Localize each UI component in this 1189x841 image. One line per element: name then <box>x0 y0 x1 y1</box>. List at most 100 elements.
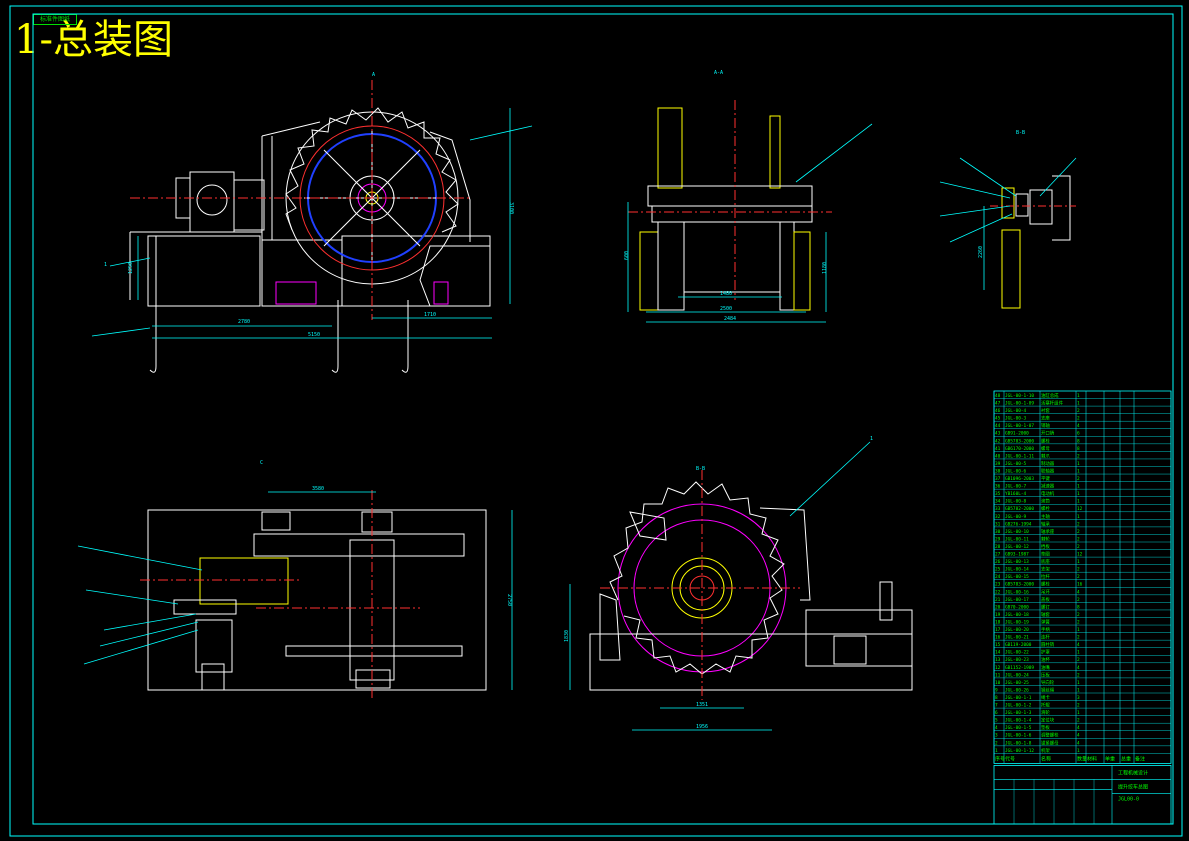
bom-cell: 39 <box>995 461 1001 467</box>
bom-header-cell: 总重 <box>1121 755 1131 762</box>
bom-cell: 滑轮 <box>1041 709 1050 716</box>
bom-cell: GB70-2000 <box>1005 604 1029 610</box>
bom-cell: 1 <box>1077 468 1080 474</box>
bom-cell: JGL-00-17 <box>1005 597 1029 603</box>
bom-cell: 轴承座 <box>1041 528 1055 535</box>
bom-cell: 38 <box>995 468 1001 474</box>
bom-cell: GB119-2000 <box>1005 642 1032 648</box>
bom-cell: 螺栓 <box>1041 437 1050 444</box>
bom-cell: 1 <box>1077 559 1080 565</box>
side-dim-total1: 2500 <box>720 306 732 312</box>
bom-cell: 10 <box>995 680 1001 686</box>
bom-cell: 19 <box>995 612 1001 618</box>
bom-cell: 12 <box>995 665 1001 671</box>
bom-cell: 支座 <box>1041 415 1050 422</box>
bom-cell: 护罩 <box>1041 649 1050 656</box>
bom-cell: 绳卡 <box>1041 694 1050 701</box>
bom-cell: 33 <box>995 506 1001 512</box>
bom-header-cell: 数量 <box>1077 755 1087 762</box>
bom-cell: JGL-00-22 <box>1005 650 1029 656</box>
bom-cell: JGL-00-25 <box>1005 680 1029 686</box>
bom-cell: 电动机 <box>1041 490 1055 497</box>
bom-cell: 47 <box>995 401 1001 407</box>
bom-cell: 活塞杆组件 <box>1041 400 1064 407</box>
bom-cell: 2 <box>1077 635 1080 641</box>
bom-cell: 油缸总成 <box>1041 392 1059 399</box>
bom-table: 48 JGL-00-1-10 油缸总成 147 JGL-00-1-09 活塞杆组件 146 J… <box>993 390 1172 825</box>
bom-cell: GB5782-2000 <box>1005 506 1034 512</box>
front-dim-height: 3100 <box>508 202 514 214</box>
bom-cell: 2 <box>1077 612 1080 618</box>
bb-title: B-B <box>696 466 705 472</box>
bom-cell: JGL-00-1-07 <box>1005 423 1034 429</box>
bom-cell: 1 <box>995 748 998 754</box>
bom-cell: JGL-00-1-8 <box>1005 740 1032 746</box>
bom-cell: 2 <box>1077 476 1080 482</box>
bom-cell: GB93-1987 <box>1005 552 1029 558</box>
bom-cell: 2 <box>1077 574 1080 580</box>
drawing-number: JGL00-0 <box>1118 796 1139 802</box>
bom-cell: 支架 <box>1041 566 1050 573</box>
bom-cell: 4 <box>1077 589 1080 595</box>
front-dim-total: 5150 <box>308 332 320 338</box>
bom-cell: 16 <box>1077 582 1083 588</box>
bom-cell: 2 <box>1077 408 1080 414</box>
bom-cell: JGL-00-23 <box>1005 657 1029 663</box>
bom-header-cell: 代号 <box>1005 755 1015 762</box>
bom-cell: 30 <box>995 529 1001 535</box>
bom-cell: 联轴器 <box>1041 467 1055 474</box>
bom-cell: GB5783-2000 <box>1005 582 1034 588</box>
bom-cell: JGL-00-7 <box>1005 484 1027 490</box>
bom-cell: 1 <box>1077 401 1080 407</box>
bb-balloon: 1 <box>870 436 873 442</box>
side-dim-height: 1180 <box>822 262 828 274</box>
detail-view <box>990 175 1076 309</box>
bom-cell: JGL-00-1-3 <box>1005 710 1032 716</box>
bom-cell: 平键 <box>1041 475 1050 482</box>
bom-cell: GB5783-2000 <box>1005 438 1034 444</box>
bom-cell: 滚筒 <box>1041 498 1050 505</box>
drawing-title: 提升绞车总图 <box>1118 783 1148 790</box>
bom-cell: 2 <box>1077 567 1080 573</box>
bom-cell: 2 <box>1077 529 1080 535</box>
bom-cell: 7 <box>995 703 998 709</box>
bom-cell: JGL-00-12 <box>1005 544 1029 550</box>
bom-cell: 拉杆 <box>1041 573 1050 580</box>
bom-cell: 8 <box>1077 604 1080 610</box>
bom-cell: 8 <box>1077 446 1080 452</box>
bom-cell: 4 <box>1077 740 1080 746</box>
side-view <box>628 100 832 311</box>
bom-cell: 40 <box>995 453 1001 459</box>
drawing-canvas: 2780 5150 1710 3100 1250 A 1 A-A 1480 25… <box>9 5 1183 837</box>
bom-cell: 4 <box>1077 725 1080 731</box>
bom-cell: 2 <box>1077 416 1080 422</box>
bom-cell: 主轴 <box>1041 513 1050 520</box>
bom-cell: 4 <box>995 725 998 731</box>
detail-dim-vertical: 2260 <box>978 246 984 258</box>
detail-title: B-B <box>1016 130 1025 136</box>
bom-cell: 8 <box>1077 438 1080 444</box>
front-section-mark: A <box>372 72 375 78</box>
bom-cell: 4 <box>1077 665 1080 671</box>
bom-cell: 1 <box>1077 687 1080 693</box>
bom-cell: 1 <box>1077 650 1080 656</box>
bom-cell: 手柄 <box>1041 626 1050 633</box>
front-dim-inner: 2780 <box>238 319 250 325</box>
bom-cell: 螺栓 <box>1041 505 1050 512</box>
bom-cell: 螺栓 <box>1041 581 1050 588</box>
bom-cell: 36 <box>995 484 1001 490</box>
bom-cell: 油杯 <box>1041 656 1050 663</box>
bom-cell: 减速器 <box>1041 483 1055 490</box>
bom-cell: 吊环 <box>1041 589 1050 595</box>
bom-cell: 1 <box>1077 499 1080 505</box>
bom-cell: JGL-00-1-6 <box>1005 733 1032 739</box>
bom-cell: 衬套 <box>1041 407 1050 414</box>
front-dim-left-height: 1250 <box>128 262 134 274</box>
bom-cell: 14 <box>995 650 1001 656</box>
bom-cell: 20 <box>995 604 1001 610</box>
bom-cell: 27 <box>995 552 1001 558</box>
bom-cell: 12 <box>1077 552 1083 558</box>
bom-cell: 销轴 <box>1041 422 1050 429</box>
bom-cell: 13 <box>995 657 1001 663</box>
bom-cell: 25 <box>995 567 1001 573</box>
